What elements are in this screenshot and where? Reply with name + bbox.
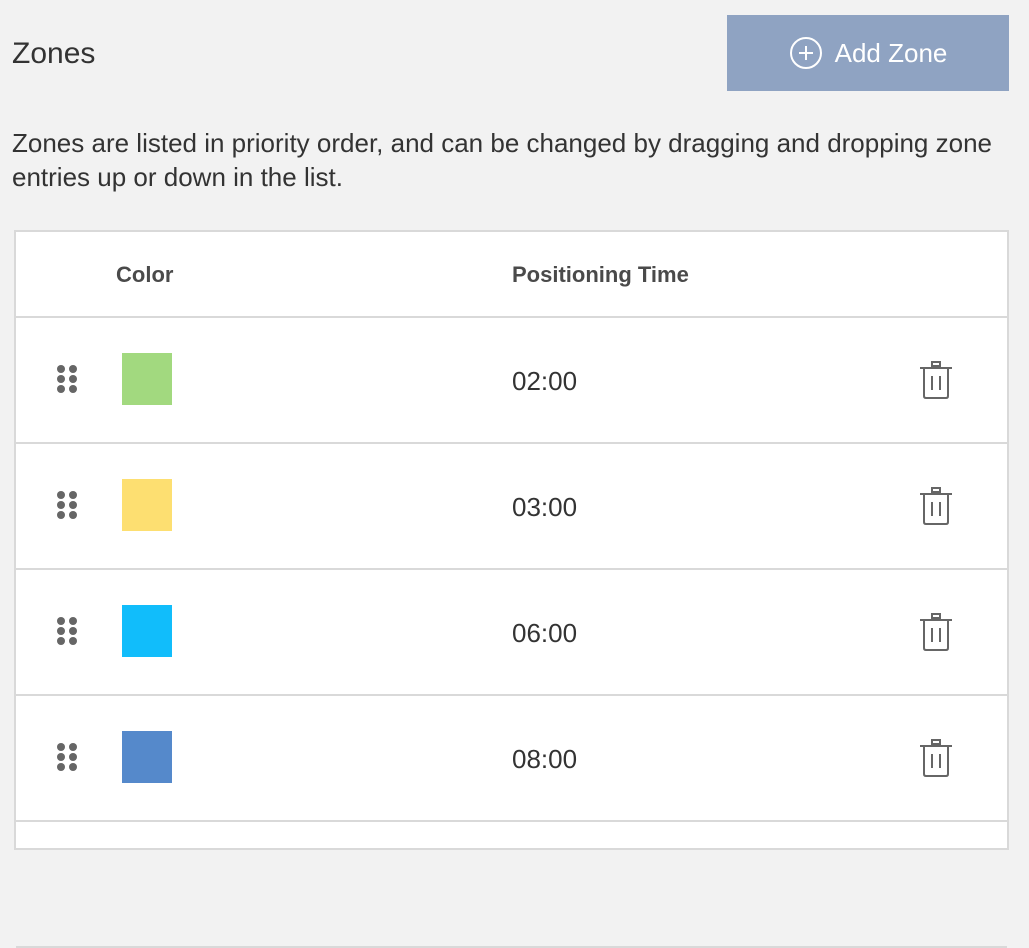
table-header: Color Positioning Time [16,232,1007,318]
positioning-time-value: 03:00 [512,492,578,522]
positioning-time-value: 06:00 [512,618,578,648]
drag-handle-icon[interactable] [54,616,80,646]
positioning-time-value: 08:00 [512,744,578,774]
drag-handle-icon[interactable] [54,364,80,394]
zones-table: Color Positioning Time 02:00 03:00 06:00 08… [14,230,1009,948]
description-text: Zones are listed in priority order, and … [12,128,992,192]
zone-color-swatch[interactable] [122,731,172,783]
delete-zone-button[interactable] [918,738,954,778]
page-title: Zones [12,37,96,70]
table-row[interactable]: 08:00 [16,696,1007,822]
trash-icon [918,739,954,781]
positioning-time-value: 02:00 [512,366,578,396]
delete-zone-button[interactable] [918,612,954,652]
add-zone-button[interactable]: Add Zone [727,15,1009,91]
delete-zone-button[interactable] [918,360,954,400]
table-row[interactable]: 06:00 [16,570,1007,696]
trash-icon [918,361,954,403]
table-row[interactable]: 02:00 [16,318,1007,444]
table-row[interactable]: 03:00 [16,444,1007,570]
table-row[interactable] [16,822,1007,948]
trash-icon [918,613,954,655]
delete-zone-button[interactable] [918,486,954,526]
zone-color-swatch[interactable] [122,479,172,531]
zone-color-swatch[interactable] [122,605,172,657]
plus-circle-icon [789,36,823,70]
column-header-positioning-time: Positioning Time [512,262,689,287]
add-zone-label: Add Zone [834,37,948,68]
zone-color-swatch[interactable] [122,353,172,405]
table-body: 02:00 03:00 06:00 08:00 [16,318,1007,948]
trash-icon [918,487,954,529]
column-header-color: Color [116,262,174,287]
drag-handle-icon[interactable] [54,490,80,520]
drag-handle-icon[interactable] [54,742,80,772]
